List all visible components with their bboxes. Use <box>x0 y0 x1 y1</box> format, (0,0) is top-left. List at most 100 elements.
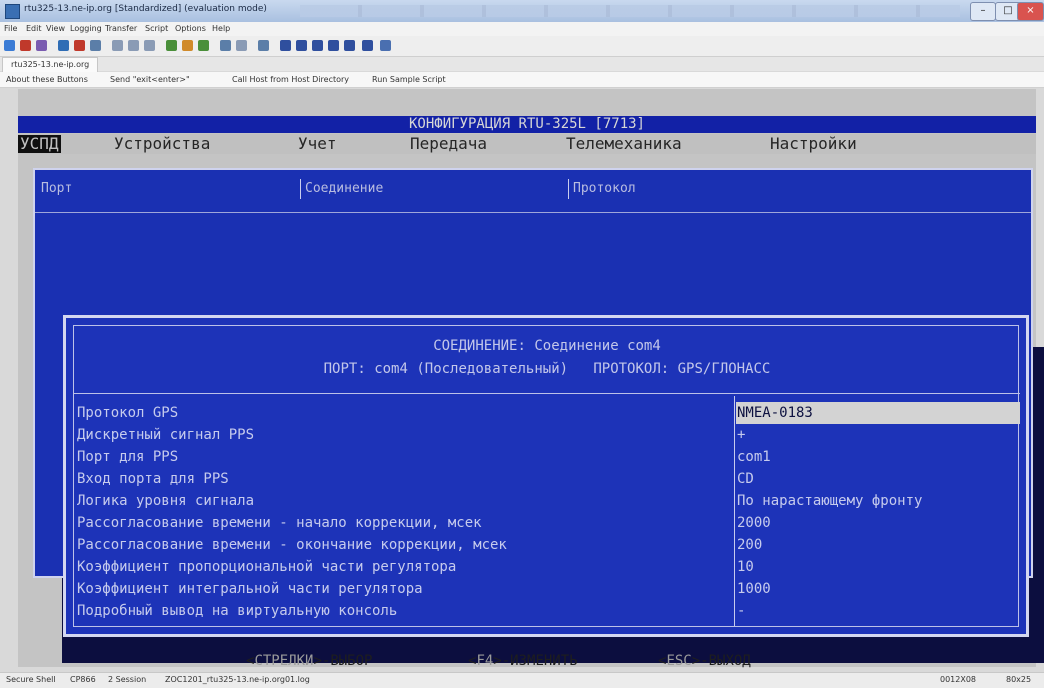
status-connection-type: Secure Shell <box>6 675 56 684</box>
param-value-pps-port[interactable]: com1 <box>737 446 771 468</box>
dialog-header-connection: СОЕДИНЕНИЕ: Соединение com4 <box>433 338 661 354</box>
connection-dialog: СОЕДИНЕНИЕ: Соединение com4 ПОРТ: com4 (… <box>63 315 1029 637</box>
call-host-button[interactable]: Call Host from Host Directory <box>232 75 349 84</box>
save-icon[interactable] <box>36 40 47 51</box>
terminal-title-bar: КОНФИГУРАЦИЯ RTU-325L [7713] <box>18 116 1036 133</box>
app-icon <box>5 4 20 19</box>
send-exit-button[interactable]: Send "exit<enter>" <box>110 75 190 84</box>
minimize-button[interactable]: – <box>970 2 996 21</box>
footer-action-select: ВЫБОР <box>330 653 373 669</box>
tab-protocol[interactable]: Протокол <box>573 181 636 196</box>
taskbar-tabs <box>300 5 960 17</box>
new-session-icon[interactable] <box>4 40 15 51</box>
menu-bar: File Edit View Logging Transfer Script O… <box>0 22 1044 36</box>
menu-edit[interactable]: Edit <box>26 24 42 33</box>
menu-help[interactable]: Help <box>212 24 230 33</box>
button-bar: About these Buttons Send "exit<enter>" C… <box>0 72 1044 88</box>
open-icon[interactable] <box>20 40 31 51</box>
footer-hint-exit: <ESC>-ВЫХОД <box>658 653 751 669</box>
terminal-menu: УСПД Устройства Учет Передача Телемехани… <box>18 134 1036 154</box>
param-value-proportional[interactable]: 10 <box>737 556 754 578</box>
param-label-pps-signal: Дискретный сигнал PPS <box>77 427 255 443</box>
param-value-pps-signal[interactable]: + <box>737 424 745 446</box>
param-value-pps-input[interactable]: CD <box>737 468 754 490</box>
menu-transfer[interactable]: Transfer <box>105 24 137 33</box>
window-title: rtu325-13.ne-ip.org [Standardized] (eval… <box>24 4 267 14</box>
grid-3-icon[interactable] <box>312 40 323 51</box>
main-panel: Порт Соединение Протокол СОЕДИНЕНИЕ: Сое… <box>33 168 1033 637</box>
menu-view[interactable]: View <box>46 24 65 33</box>
close-button[interactable]: × <box>1017 2 1044 21</box>
tabs-underline <box>35 212 1031 213</box>
delete-icon[interactable] <box>74 40 85 51</box>
status-timer: 0012X08 <box>940 675 977 684</box>
param-value-correction-start[interactable]: 2000 <box>737 512 771 534</box>
menu-logging[interactable]: Logging <box>70 24 102 33</box>
terminal-footer: <СТРЕЛКИ>-ВЫБОР <F4>-ИЗМЕНИТЬ <ESC>-ВЫХО… <box>18 653 1036 670</box>
tab-separator <box>568 179 569 199</box>
param-value-signal-logic[interactable]: По нарастающему фронту <box>737 490 922 512</box>
menu-item-settings[interactable]: Настройки <box>770 135 857 153</box>
param-label-gps-protocol: Протокол GPS <box>77 405 179 421</box>
upload-icon[interactable] <box>166 40 177 51</box>
menu-item-transfer[interactable]: Передача <box>410 135 487 153</box>
param-label-correction-start: Рассогласование времени - начало коррекц… <box>77 515 482 531</box>
disconnect-icon[interactable] <box>58 40 69 51</box>
session-tabs: rtu325-13.ne-ip.org <box>0 57 1044 72</box>
terminal-screen[interactable]: КОНФИГУРАЦИЯ RTU-325L [7713] УСПД Устрой… <box>18 89 1044 670</box>
dialog-frame: СОЕДИНЕНИЕ: Соединение com4 ПОРТ: com4 (… <box>73 325 1020 627</box>
status-encoding: CP866 <box>70 675 96 684</box>
menu-script[interactable]: Script <box>145 24 168 33</box>
transfer-icon[interactable] <box>198 40 209 51</box>
param-label-verbose-console: Подробный вывод на виртуальную консоль <box>77 603 398 619</box>
param-label-proportional: Коэффициент пропорциональной части регул… <box>77 559 457 575</box>
dialog-header-port-protocol: ПОРТ: com4 (Последовательный) ПРОТОКОЛ: … <box>323 361 771 377</box>
grid-1-icon[interactable] <box>280 40 291 51</box>
footer-key-esc: ESC <box>666 653 692 669</box>
param-value-gps-protocol[interactable]: NMEA-0183 <box>736 402 1020 424</box>
settings-icon[interactable] <box>90 40 101 51</box>
tab-connection[interactable]: Соединение <box>305 181 383 196</box>
menu-item-accounting[interactable]: Учет <box>298 135 337 153</box>
script-icon[interactable] <box>258 40 269 51</box>
footer-action-exit: ВЫХОД <box>708 653 751 669</box>
run-script-button[interactable]: Run Sample Script <box>372 75 446 84</box>
tab-separator <box>300 179 301 199</box>
grid-4-icon[interactable] <box>328 40 339 51</box>
tab-port[interactable]: Порт <box>41 181 72 196</box>
about-buttons-button[interactable]: About these Buttons <box>6 75 88 84</box>
menu-options[interactable]: Options <box>175 24 206 33</box>
param-value-integral[interactable]: 1000 <box>737 578 771 600</box>
status-log-file[interactable]: ZOC1201_rtu325-13.ne-ip.org01.log <box>165 675 310 684</box>
window-title-bar: rtu325-13.ne-ip.org [Standardized] (eval… <box>0 0 1044 23</box>
session-tab[interactable]: rtu325-13.ne-ip.org <box>2 57 99 72</box>
grid-6-icon[interactable] <box>362 40 373 51</box>
chart-icon[interactable] <box>380 40 391 51</box>
footer-hint-edit: <F4>-ИЗМЕНИТЬ <box>468 653 578 669</box>
footer-key-arrows: СТРЕЛКИ <box>254 653 314 669</box>
download-icon[interactable] <box>182 40 193 51</box>
copy-icon[interactable] <box>112 40 123 51</box>
param-label-pps-port: Порт для PPS <box>77 449 179 465</box>
column-divider <box>734 396 735 626</box>
menu-item-telemechanics[interactable]: Телемеханика <box>566 135 682 153</box>
status-terminal-size: 80x25 <box>1006 675 1032 684</box>
footer-hint-select: <СТРЕЛКИ>-ВЫБОР <box>246 653 373 669</box>
grid-5-icon[interactable] <box>344 40 355 51</box>
paste-icon[interactable] <box>128 40 139 51</box>
param-label-correction-end: Рассогласование времени - окончание корр… <box>77 537 507 553</box>
scroll-icon[interactable] <box>236 40 247 51</box>
status-sessions: 2 Session <box>108 675 147 684</box>
grid-2-icon[interactable] <box>296 40 307 51</box>
param-value-verbose-console[interactable]: - <box>737 600 745 622</box>
footer-action-edit: ИЗМЕНИТЬ <box>510 653 578 669</box>
param-value-correction-end[interactable]: 200 <box>737 534 762 556</box>
menu-item-uspd[interactable]: УСПД <box>18 135 61 153</box>
print-icon[interactable] <box>144 40 155 51</box>
toolbar <box>0 36 1044 57</box>
param-label-signal-logic: Логика уровня сигнала <box>77 493 255 509</box>
menu-file[interactable]: File <box>4 24 17 33</box>
menu-item-devices[interactable]: Устройства <box>114 135 210 153</box>
window-icon[interactable] <box>220 40 231 51</box>
param-label-integral: Коэффициент интегральной части регулятор… <box>77 581 423 597</box>
